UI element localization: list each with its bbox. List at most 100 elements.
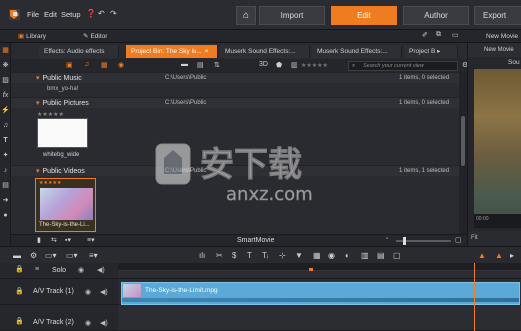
zoom-out-icon[interactable]: ▫ [386, 236, 388, 242]
disc-menu-icon[interactable]: ▤ [1, 181, 10, 190]
montage-icon[interactable]: ✦ [1, 151, 10, 160]
panel-icon[interactable]: ▥ [361, 251, 369, 260]
list-icon[interactable]: ≡ [35, 266, 39, 273]
music-icon[interactable]: ♫ [1, 121, 10, 130]
eye-icon[interactable]: ◉ [85, 319, 91, 327]
image-filter-icon[interactable]: ▦ [101, 61, 108, 69]
speaker-icon[interactable]: ◀) [100, 288, 108, 296]
fit-dropdown[interactable]: Fit [468, 231, 521, 246]
sound-effects-icon[interactable]: ♪ [1, 166, 10, 175]
thumb-rating[interactable]: ★★★★★ [37, 111, 64, 118]
tab-library[interactable]: ▣ Library [18, 31, 46, 42]
scroll-thumb[interactable] [461, 116, 465, 166]
lock-icon[interactable]: 🔒 [15, 317, 24, 325]
circle-icon[interactable]: ● [1, 211, 10, 220]
eye-icon[interactable]: ◉ [85, 288, 91, 296]
lock-icon[interactable]: 🔒 [15, 265, 24, 273]
arrow-icon[interactable]: ➜ [1, 196, 10, 205]
bin-tab-muserk-1[interactable]: Muserk Sound Effects:... [220, 45, 310, 58]
text-tool-icon[interactable]: Tᵢ [262, 251, 268, 260]
video-filter-icon[interactable]: ▣ [66, 61, 73, 69]
import-button[interactable]: Import [259, 6, 325, 25]
folder-row-public-music[interactable]: ▾ Public Music C:\Users\Public 1 items, 0… [11, 72, 459, 83]
pan-icon[interactable]: ⊹ [279, 251, 286, 260]
record-icon[interactable]: ◉ [328, 251, 335, 260]
title-icon[interactable]: T [1, 136, 10, 145]
project-filter-icon[interactable]: ◉ [118, 61, 124, 69]
close-panel-icon[interactable]: ▭ [452, 31, 459, 39]
collapse-arrow-icon[interactable]: ▾ [36, 100, 40, 107]
rating-filter[interactable]: ★★★★★ [301, 62, 328, 69]
marker-right-icon[interactable]: ▲ [495, 251, 503, 260]
zoom-slider-knob[interactable] [403, 237, 406, 245]
zoom-in-icon[interactable]: ▢ [455, 236, 462, 244]
speaker-icon[interactable]: ◀) [100, 319, 108, 327]
dollar-icon[interactable]: $ [232, 251, 236, 260]
video-preview[interactable] [474, 69, 521, 228]
library-scrollbar[interactable] [459, 72, 467, 234]
close-icon[interactable]: × [205, 48, 209, 55]
menu-icon[interactable]: ≡▾ [89, 251, 98, 260]
list-view-icon[interactable]: ▤ [197, 61, 204, 69]
undo-icon[interactable]: ↶ [98, 9, 105, 18]
redo-icon[interactable]: ↷ [110, 9, 117, 18]
settings-icon[interactable]: ⚙ [30, 251, 37, 260]
add-to-project-icon[interactable]: ▮ [37, 236, 41, 244]
contrast-icon[interactable]: ◐ [345, 251, 350, 260]
track-1-label[interactable]: A/V Track (1) [33, 288, 74, 295]
pin-icon[interactable]: ✐ [422, 31, 428, 39]
video-rating[interactable]: ★★★★★ [39, 180, 61, 186]
tab-editor[interactable]: ✎ Editor [83, 31, 107, 42]
transitions-icon[interactable]: ▨ [1, 76, 10, 85]
title-tool-icon[interactable]: T [247, 251, 252, 260]
bin-tab-project-bin[interactable]: Project Bin: The Sky is... × [126, 45, 218, 58]
timeline-ruler[interactable] [118, 263, 521, 271]
folder-view-icon[interactable]: ▬ [181, 61, 188, 68]
solo-track-body[interactable] [118, 271, 521, 279]
home-button[interactable]: ⌂ [236, 6, 256, 25]
project-assets-icon[interactable]: ▦ [1, 46, 10, 55]
lock-icon[interactable]: 🔒 [15, 287, 24, 295]
menu-edit[interactable]: Edit [44, 10, 57, 19]
bin-tab-audio-effects[interactable]: Effects: Audio effects [39, 45, 119, 58]
layers-icon[interactable]: ▤ [377, 251, 385, 260]
export-button[interactable]: Export [474, 6, 521, 25]
collections-icon[interactable]: ❋ [1, 61, 10, 70]
scissor-icon[interactable]: ✂ [216, 251, 223, 260]
bin-tab-project-b[interactable]: Project B ▸ [404, 45, 458, 58]
trash-icon[interactable]: ▥ [291, 61, 298, 69]
lightning-icon[interactable]: ⚡ [1, 106, 10, 115]
marker-left-icon[interactable]: ▲ [478, 251, 486, 260]
eye-icon[interactable]: ◉ [78, 266, 84, 274]
tab-new-movie[interactable]: New Movie [486, 31, 518, 42]
bin-tab-muserk-2[interactable]: Muserk Sound Effects:... [312, 45, 402, 58]
folder-row-public-pictures[interactable]: ▾ Public Pictures C:\Users\Public 1 items… [11, 97, 459, 108]
list-mode-icon[interactable]: ≡▾ [87, 236, 95, 244]
speaker-icon[interactable]: ◀) [97, 266, 105, 274]
menu-file[interactable]: File [27, 10, 39, 19]
detach-icon[interactable]: ⧉ [436, 31, 441, 39]
video-clip[interactable]: The-Sky-is-the-Limit.mpg [121, 282, 520, 305]
trim-icon[interactable]: ▭▾ [66, 251, 78, 260]
expand-icon[interactable]: ▸ [510, 251, 514, 260]
shuffle-icon[interactable]: ⇆ [51, 236, 57, 244]
music-item-label[interactable]: bmx_yo-ha! [47, 86, 78, 92]
menu-setup[interactable]: Setup [61, 10, 81, 19]
collapse-arrow-icon[interactable]: ▾ [36, 168, 40, 175]
track-list-icon[interactable]: ▬ [13, 251, 21, 260]
edit-button[interactable]: Edit [331, 6, 397, 25]
tag-icon[interactable]: ⬟ [276, 61, 282, 69]
smartmovie-button[interactable]: SmartMovie [237, 237, 274, 244]
author-button[interactable]: Author [403, 6, 469, 25]
monitor-icon[interactable]: ▭▾ [45, 251, 57, 260]
search-input[interactable]: ⌕ Search your current view [348, 61, 458, 71]
solo-label[interactable]: Solo [52, 267, 66, 274]
help-icon[interactable]: ❓ [86, 9, 96, 18]
audio-filter-icon[interactable]: ♫ [84, 61, 89, 68]
timeline-playhead[interactable] [474, 263, 475, 331]
sort-icon[interactable]: ⇅ [214, 61, 220, 69]
effects-icon[interactable]: fx [1, 91, 10, 100]
3d-icon[interactable]: 3D [259, 61, 268, 68]
player-ruler[interactable]: 00:00 [474, 214, 521, 228]
av-track-2-body[interactable] [118, 305, 521, 331]
